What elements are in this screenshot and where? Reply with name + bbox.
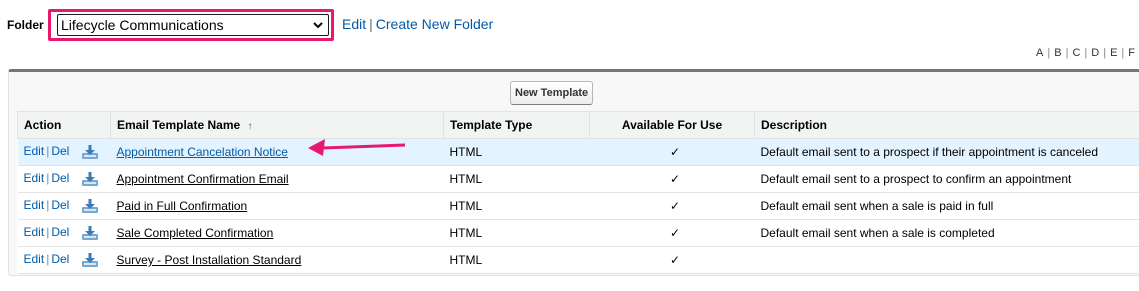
delete-link[interactable]: Del — [51, 198, 69, 212]
row-actions: Edit | Del — [17, 138, 111, 166]
templates-table: Action Email Template Name ↑ Template Ty… — [17, 111, 1139, 274]
template-type-cell: HTML — [443, 246, 590, 274]
template-type-cell: HTML — [443, 138, 590, 166]
download-icon[interactable] — [81, 225, 99, 241]
header-available[interactable]: Available For Use — [589, 111, 755, 139]
template-type-cell: HTML — [443, 192, 590, 220]
folder-select[interactable]: Lifecycle Communications — [57, 14, 329, 36]
available-checkmark: ✓ — [589, 165, 755, 193]
alpha-filter-d[interactable]: D — [1087, 47, 1103, 59]
template-name-cell: Sale Completed Confirmation — [110, 219, 444, 247]
templates-panel: New Template Action Email Template Name … — [8, 69, 1139, 276]
available-checkmark: ✓ — [589, 192, 755, 220]
action-separator: | — [46, 252, 50, 267]
template-type-cell: HTML — [443, 219, 590, 247]
edit-link[interactable]: Edit — [24, 198, 45, 212]
alpha-filter-c[interactable]: C — [1068, 47, 1084, 59]
edit-link[interactable]: Edit — [24, 171, 45, 185]
edit-link[interactable]: Edit — [24, 144, 45, 158]
action-separator: | — [46, 171, 50, 186]
row-actions: Edit | Del — [17, 192, 111, 220]
chevron-down-icon — [313, 22, 323, 29]
available-checkmark: ✓ — [589, 219, 755, 247]
header-description[interactable]: Description — [754, 111, 1139, 139]
description-cell — [754, 246, 1139, 274]
folder-links-separator: | — [369, 16, 373, 32]
action-separator: | — [46, 144, 50, 159]
download-icon[interactable] — [81, 144, 99, 160]
new-template-button[interactable]: New Template — [510, 81, 594, 105]
folder-label: Folder — [7, 18, 44, 32]
action-separator: | — [46, 225, 50, 240]
folder-select-value: Lifecycle Communications — [61, 17, 224, 33]
create-new-folder-link[interactable]: Create New Folder — [376, 16, 494, 32]
download-icon[interactable] — [81, 252, 99, 268]
alpha-filter-b[interactable]: B — [1050, 47, 1065, 59]
alpha-filter-a[interactable]: A — [1032, 47, 1047, 59]
template-name-link[interactable]: Appointment Cancelation Notice — [117, 145, 288, 159]
row-actions: Edit | Del — [17, 165, 111, 193]
row-actions: Edit | Del — [17, 219, 111, 247]
folder-edit-link[interactable]: Edit — [342, 16, 366, 32]
header-action: Action — [17, 111, 111, 139]
folder-links: Edit | Create New Folder — [342, 16, 493, 32]
available-checkmark: ✓ — [589, 246, 755, 274]
table-row: Edit | Del Appointment Cancelation Notice … — [17, 138, 1139, 166]
template-name-cell: Paid in Full Confirmation — [110, 192, 444, 220]
table-row: Edit | Del Survey - Post Installation Stan… — [17, 246, 1139, 274]
table-row: Edit | Del Paid in Full Confirmation HTML … — [17, 192, 1139, 220]
description-cell: Default email sent when a sale is comple… — [754, 219, 1139, 247]
delete-link[interactable]: Del — [51, 252, 69, 266]
template-name-link[interactable]: Survey - Post Installation Standard — [117, 253, 302, 267]
header-template-name-label: Email Template Name — [117, 118, 241, 132]
delete-link[interactable]: Del — [51, 171, 69, 185]
header-template-name[interactable]: Email Template Name ↑ — [110, 111, 444, 139]
table-row: Edit | Del Appointment Confirmation Email … — [17, 165, 1139, 193]
template-name-link[interactable]: Paid in Full Confirmation — [117, 199, 248, 213]
edit-link[interactable]: Edit — [24, 225, 45, 239]
description-cell: Default email sent to a prospect if thei… — [754, 138, 1139, 166]
download-icon[interactable] — [81, 198, 99, 214]
template-name-link[interactable]: Sale Completed Confirmation — [117, 226, 274, 240]
edit-link[interactable]: Edit — [24, 252, 45, 266]
delete-link[interactable]: Del — [51, 144, 69, 158]
template-name-link[interactable]: Appointment Confirmation Email — [117, 172, 289, 186]
header-template-type[interactable]: Template Type — [443, 111, 590, 139]
arrow-annotation-icon — [308, 139, 406, 156]
delete-link[interactable]: Del — [51, 225, 69, 239]
row-actions: Edit | Del — [17, 246, 111, 274]
template-name-cell: Survey - Post Installation Standard — [110, 246, 444, 274]
alpha-filter-f[interactable]: F — [1124, 47, 1139, 59]
available-checkmark: ✓ — [589, 138, 755, 166]
folder-bar: Folder — [7, 10, 47, 40]
table-header-row: Action Email Template Name ↑ Template Ty… — [17, 111, 1139, 139]
table-row: Edit | Del Sale Completed Confirmation HTM… — [17, 219, 1139, 247]
template-name-cell: Appointment Confirmation Email — [110, 165, 444, 193]
sort-ascending-icon: ↑ — [247, 121, 253, 132]
description-cell: Default email sent to a prospect to conf… — [754, 165, 1139, 193]
alphabet-filter: A | B | C | D | E | F — [1032, 47, 1139, 59]
download-icon[interactable] — [81, 171, 99, 187]
action-separator: | — [46, 198, 50, 213]
alpha-filter-e[interactable]: E — [1106, 47, 1121, 59]
description-cell: Default email sent when a sale is paid i… — [754, 192, 1139, 220]
template-type-cell: HTML — [443, 165, 590, 193]
